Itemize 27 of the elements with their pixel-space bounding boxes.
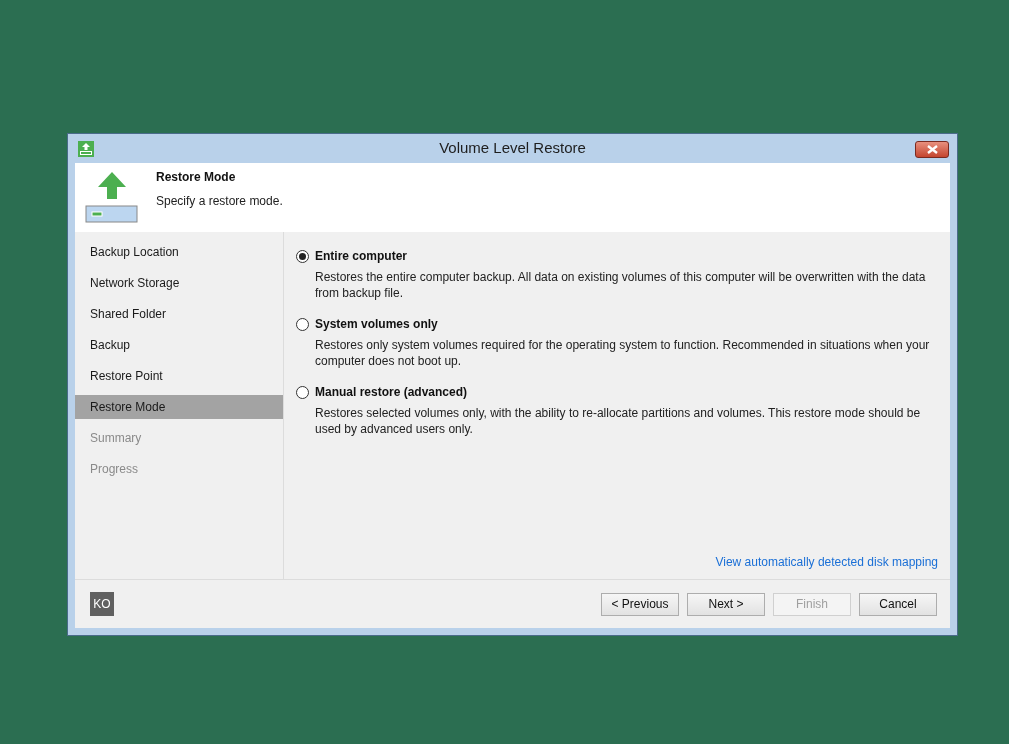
wizard-button[interactable]: Next > (687, 592, 765, 616)
upload-drive-icon (85, 171, 139, 223)
header-title: Restore Mode (156, 169, 237, 186)
sidebar-item[interactable]: Restore Point (75, 364, 283, 388)
app-icon (78, 140, 94, 157)
wizard-button[interactable]: < Previous (601, 592, 679, 616)
option-description: Restores selected volumes only, with the ability to re-allocate partitions and volumes. This restore mode should be used by advanced users only. (315, 405, 922, 437)
wizard-button[interactable]: Cancel (859, 592, 937, 616)
radio-button[interactable] (296, 317, 309, 331)
sidebar-item[interactable]: Shared Folder (75, 302, 283, 326)
radio-button[interactable] (296, 249, 309, 263)
option-label[interactable]: Manual restore (advanced) (315, 383, 468, 401)
radio-button[interactable] (296, 385, 309, 399)
option-label[interactable]: System volumes only (315, 315, 438, 333)
option-description: Restores only system volumes required for the operating system to function. Recommended in situations when your computer does not boot up. (315, 337, 931, 369)
sidebar-item[interactable]: Backup Location (75, 240, 283, 264)
user-badge: KO (90, 592, 114, 616)
disk-mapping-link[interactable]: View automatically detected disk mapping (715, 553, 938, 571)
close-icon (926, 145, 938, 154)
option-description: Restores the entire computer backup. All data on existing volumes of this computer will be overwritten with the data from backup file. (315, 269, 927, 301)
window-title: Volume Level Restore (439, 138, 586, 159)
close-button[interactable] (915, 141, 949, 158)
sidebar-item[interactable]: Restore Mode (75, 395, 283, 419)
option-label[interactable]: Entire computer (315, 247, 407, 265)
sidebar-item[interactable]: Network Storage (75, 271, 283, 295)
sidebar-item[interactable]: Backup (75, 333, 283, 357)
header-subtitle: Specify a restore mode. (156, 193, 283, 210)
